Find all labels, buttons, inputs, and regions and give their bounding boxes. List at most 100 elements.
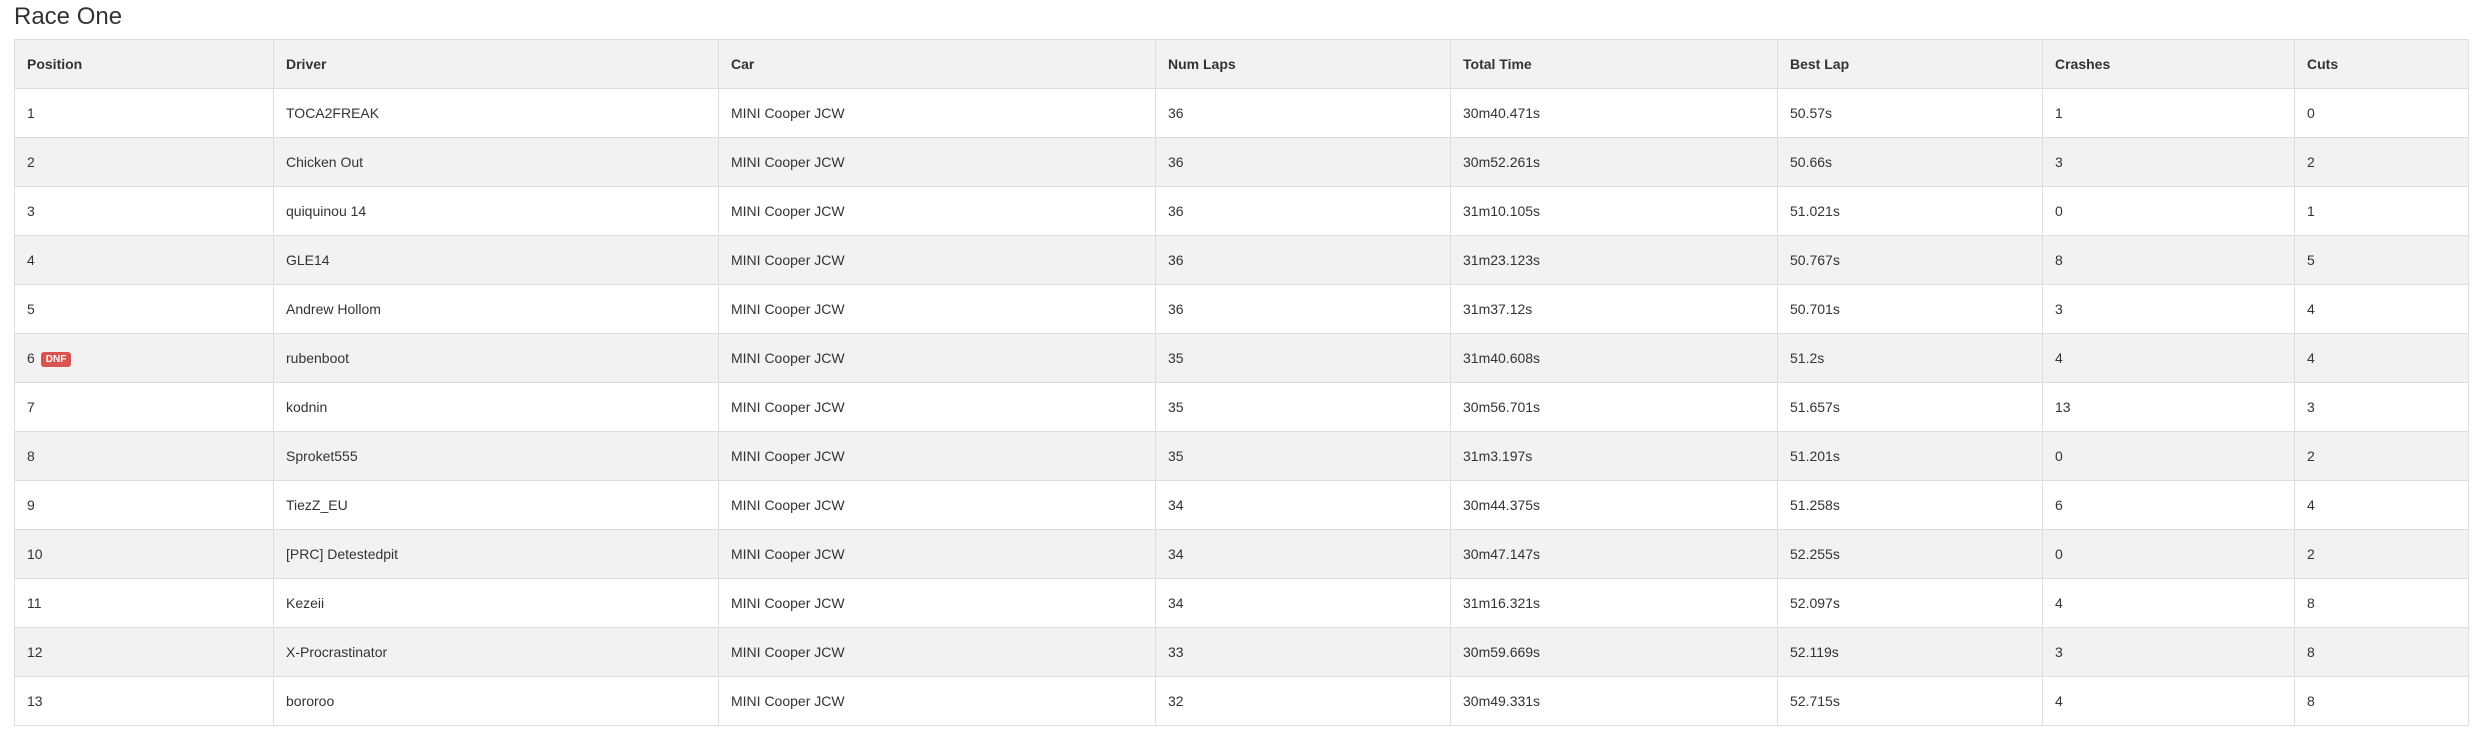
total-time-value: 31m23.123s (1463, 252, 1541, 268)
driver-value: Andrew Hollom (286, 301, 381, 317)
crashes-cell: 3 (2042, 137, 2295, 187)
table-row: 11 Kezeii MINI Cooper JCW 34 31m16.321s 52.09… (14, 578, 2469, 628)
car-cell: MINI Cooper JCW (718, 284, 1156, 334)
cuts-cell: 2 (2294, 529, 2469, 579)
cuts-value: 8 (2307, 644, 2315, 660)
column-header-total-time: Total Time (1450, 39, 1778, 89)
table-row: 9 TiezZ_EU MINI Cooper JCW 34 30m44.375s 51.2… (14, 480, 2469, 530)
laps-cell: 35 (1155, 382, 1451, 432)
driver-cell: Sproket555 (273, 431, 719, 481)
car-cell: MINI Cooper JCW (718, 186, 1156, 236)
laps-cell: 36 (1155, 284, 1451, 334)
cuts-cell: 8 (2294, 676, 2469, 726)
laps-value: 33 (1168, 644, 1184, 660)
cuts-cell: 4 (2294, 333, 2469, 383)
laps-value: 35 (1168, 448, 1184, 464)
total-time-cell: 30m56.701s (1450, 382, 1778, 432)
car-cell: MINI Cooper JCW (718, 578, 1156, 628)
crashes-cell: 6 (2042, 480, 2295, 530)
total-time-cell: 31m16.321s (1450, 578, 1778, 628)
crashes-value: 4 (2055, 350, 2063, 366)
position-cell: 12 (14, 627, 274, 677)
driver-value: GLE14 (286, 252, 330, 268)
table-row: 4 GLE14 MINI Cooper JCW 36 31m23.123s 50.767s… (14, 235, 2469, 285)
cuts-cell: 8 (2294, 578, 2469, 628)
table-row: 3 quiquinou 14 MINI Cooper JCW 36 31m10.105s… (14, 186, 2469, 236)
total-time-cell: 30m47.147s (1450, 529, 1778, 579)
car-cell: MINI Cooper JCW (718, 431, 1156, 481)
cuts-cell: 2 (2294, 137, 2469, 187)
column-header-driver: Driver (273, 39, 719, 89)
driver-cell: TOCA2FREAK (273, 88, 719, 138)
laps-cell: 36 (1155, 186, 1451, 236)
car-value: MINI Cooper JCW (731, 693, 845, 709)
laps-cell: 36 (1155, 88, 1451, 138)
driver-value: [PRC] Detestedpit (286, 546, 399, 562)
table-row: 8 Sproket555 MINI Cooper JCW 35 31m3.197s 51.… (14, 431, 2469, 481)
driver-value: TOCA2FREAK (286, 105, 380, 121)
cuts-value: 8 (2307, 595, 2315, 611)
best-lap-value: 51.2s (1790, 350, 1825, 366)
position-cell: 2 (14, 137, 274, 187)
laps-value: 36 (1168, 301, 1184, 317)
best-lap-cell: 52.119s (1777, 627, 2043, 677)
cuts-value: 4 (2307, 350, 2315, 366)
table-body: 1 TOCA2FREAK MINI Cooper JCW 36 30m40.471s 50… (14, 88, 2469, 726)
total-time-value: 30m59.669s (1463, 644, 1541, 660)
page-title: Race One (14, 3, 123, 30)
dnf-badge: DNF (40, 351, 72, 367)
position-value: 7 (27, 399, 35, 415)
cuts-value: 4 (2307, 497, 2315, 513)
driver-value: bororoo (286, 693, 335, 709)
best-lap-cell: 50.767s (1777, 235, 2043, 285)
total-time-cell: 30m49.331s (1450, 676, 1778, 726)
position-cell: 13 (14, 676, 274, 726)
position-cell: 3 (14, 186, 274, 236)
column-header-num-laps: Num Laps (1155, 39, 1451, 89)
total-time-value: 30m47.147s (1463, 546, 1541, 562)
best-lap-value: 52.097s (1790, 595, 1840, 611)
table-row: 13 bororoo MINI Cooper JCW 32 30m49.331s 52.7… (14, 676, 2469, 726)
driver-cell: Andrew Hollom (273, 284, 719, 334)
laps-value: 36 (1168, 203, 1184, 219)
laps-cell: 34 (1155, 578, 1451, 628)
laps-value: 36 (1168, 105, 1184, 121)
driver-cell: bororoo (273, 676, 719, 726)
laps-value: 34 (1168, 546, 1184, 562)
position-value: 2 (27, 154, 35, 170)
crashes-cell: 3 (2042, 284, 2295, 334)
table-row: 12 X-Procrastinator MINI Cooper JCW 33 30m59… (14, 627, 2469, 677)
laps-cell: 34 (1155, 529, 1451, 579)
total-time-value: 30m44.375s (1463, 497, 1541, 513)
crashes-value: 0 (2055, 448, 2063, 464)
cuts-value: 2 (2307, 546, 2315, 562)
crashes-cell: 1 (2042, 88, 2295, 138)
crashes-value: 6 (2055, 497, 2063, 513)
position-cell: 6 DNF (14, 333, 274, 383)
best-lap-cell: 50.66s (1777, 137, 2043, 187)
results-page: Race One Position Driver Car Num Laps To… (0, 0, 2482, 737)
car-value: MINI Cooper JCW (731, 644, 845, 660)
position-value: 6 (27, 349, 35, 366)
total-time-cell: 30m59.669s (1450, 627, 1778, 677)
position-cell: 4 (14, 235, 274, 285)
cuts-cell: 4 (2294, 284, 2469, 334)
best-lap-value: 51.258s (1790, 497, 1840, 513)
best-lap-value: 51.201s (1790, 448, 1840, 464)
best-lap-value: 52.119s (1790, 644, 1839, 660)
position-cell: 7 (14, 382, 274, 432)
laps-value: 36 (1168, 154, 1184, 170)
total-time-value: 30m49.331s (1463, 693, 1541, 709)
cuts-value: 2 (2307, 154, 2315, 170)
column-header-crashes: Crashes (2042, 39, 2295, 89)
driver-cell: TiezZ_EU (273, 480, 719, 530)
crashes-value: 3 (2055, 644, 2063, 660)
total-time-cell: 30m52.261s (1450, 137, 1778, 187)
best-lap-value: 50.701s (1790, 301, 1840, 317)
best-lap-value: 51.021s (1790, 203, 1840, 219)
best-lap-cell: 51.657s (1777, 382, 2043, 432)
position-cell: 1 (14, 88, 274, 138)
best-lap-value: 51.657s (1790, 399, 1840, 415)
driver-cell: [PRC] Detestedpit (273, 529, 719, 579)
car-value: MINI Cooper JCW (731, 154, 845, 170)
